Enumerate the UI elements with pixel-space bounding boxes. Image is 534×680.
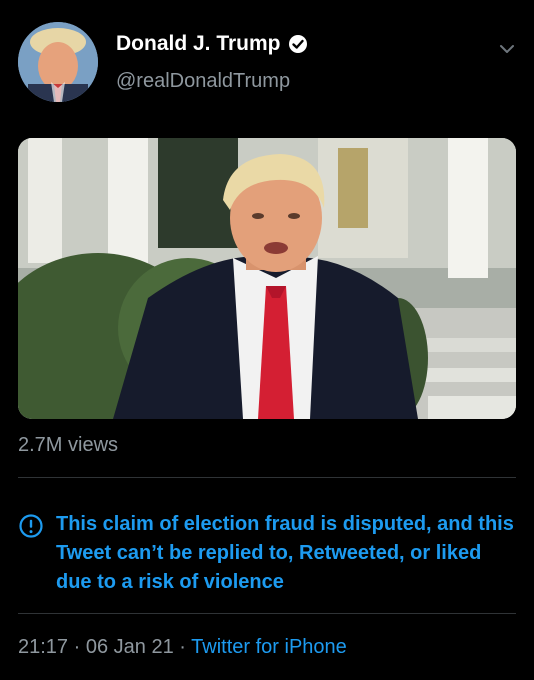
author-name-row: Donald J. Trump <box>116 32 308 56</box>
divider <box>18 613 516 614</box>
tweet-source-link[interactable]: Twitter for iPhone <box>191 636 347 658</box>
chevron-down-icon[interactable] <box>494 36 520 62</box>
avatar[interactable] <box>18 22 98 102</box>
tweet-meta: 21:17 · 06 Jan 21 · Twitter for iPhone <box>18 636 347 659</box>
meta-separator: · <box>73 636 81 658</box>
view-count: 2.7M views <box>18 434 119 456</box>
verified-badge-icon <box>288 34 308 54</box>
author-display-name[interactable]: Donald J. Trump <box>116 32 281 56</box>
notice-text[interactable]: This claim of election fraud is disputed… <box>56 510 516 597</box>
disputed-claim-notice[interactable]: This claim of election fraud is disputed… <box>18 510 516 597</box>
info-exclamation-icon <box>18 513 44 539</box>
tweet-video[interactable] <box>18 138 516 419</box>
tweet-time[interactable]: 21:17 <box>18 636 68 658</box>
tweet-date[interactable]: 06 Jan 21 <box>86 636 174 658</box>
meta-separator: · <box>179 636 186 658</box>
tweet-header: Donald J. Trump @realDonaldTrump <box>0 0 534 120</box>
author-handle[interactable]: @realDonaldTrump <box>116 70 290 93</box>
divider <box>18 477 516 478</box>
